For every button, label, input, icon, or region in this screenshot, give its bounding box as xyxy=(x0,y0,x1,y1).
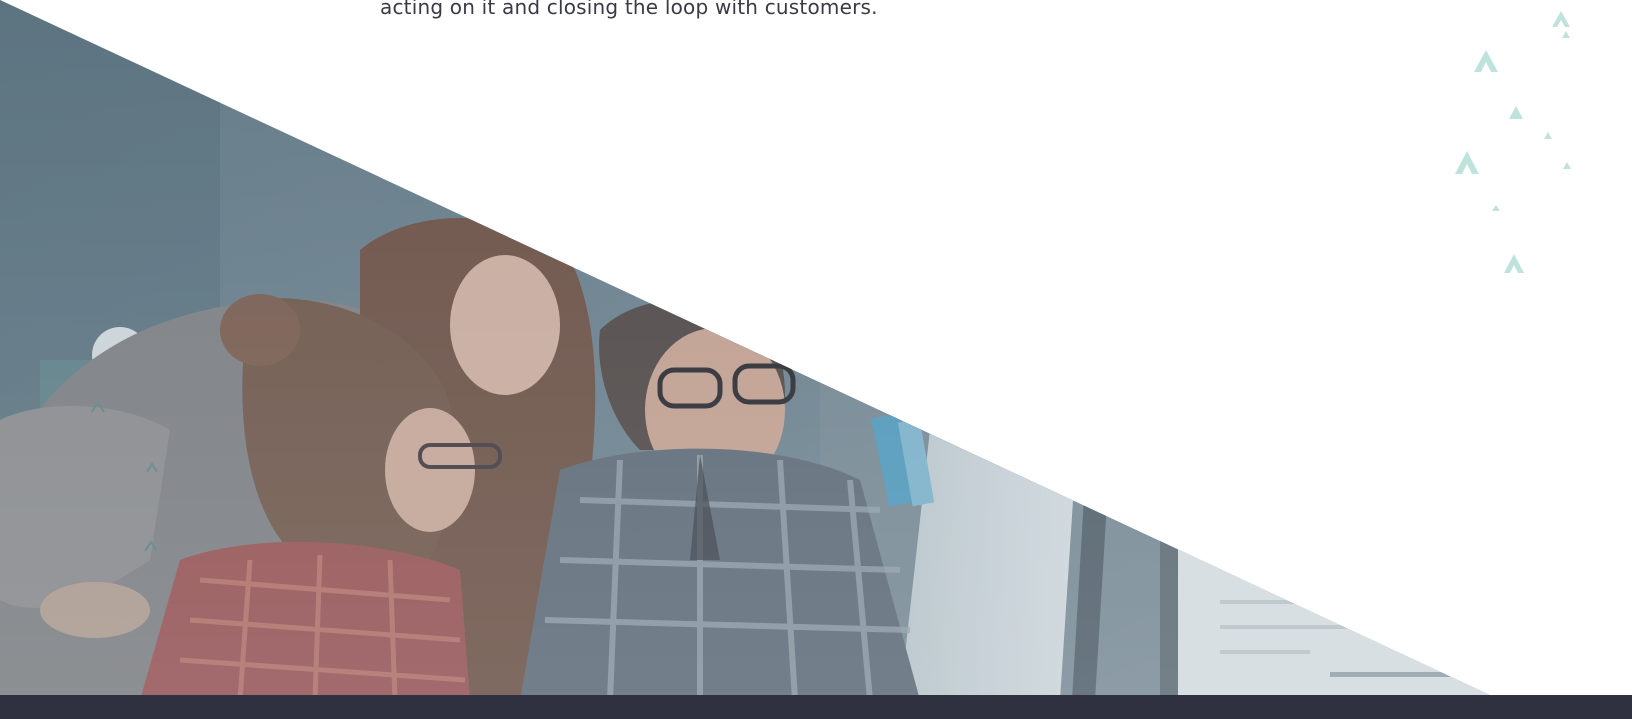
footer-bar xyxy=(0,695,1632,719)
page: acting on it and closing the loop with c… xyxy=(0,0,1632,719)
team-photo xyxy=(0,0,1632,695)
